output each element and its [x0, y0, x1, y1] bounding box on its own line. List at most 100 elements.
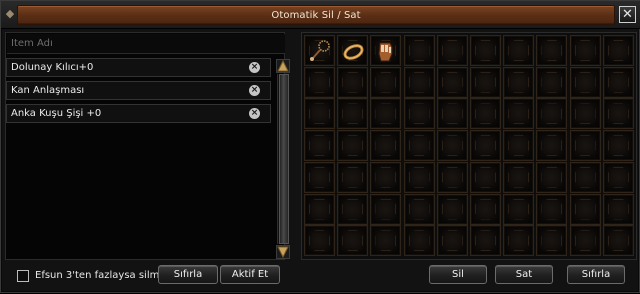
scrollbar[interactable]	[276, 59, 290, 259]
inventory-slot[interactable]	[436, 161, 468, 193]
inventory-slot[interactable]	[370, 225, 402, 257]
inventory-slot[interactable]	[602, 193, 634, 225]
inventory-slot[interactable]	[569, 130, 601, 162]
inventory-slot[interactable]	[370, 66, 402, 98]
inventory-slot[interactable]	[470, 35, 501, 66]
inventory-slot[interactable]	[403, 225, 435, 257]
inventory-slot[interactable]	[470, 66, 501, 98]
scroll-up-icon	[276, 59, 290, 73]
inventory-slot[interactable]	[536, 225, 568, 257]
inventory-slot[interactable]	[470, 98, 501, 130]
inventory-slot[interactable]	[503, 193, 535, 225]
inventory-slot[interactable]	[337, 130, 369, 162]
inventory-slot[interactable]	[470, 161, 501, 193]
inventory-slot[interactable]	[569, 35, 601, 66]
inventory-slot[interactable]	[370, 35, 402, 66]
inventory-slot[interactable]	[569, 98, 601, 130]
remove-icon[interactable]: ×	[249, 108, 260, 119]
sell-button[interactable]: Sat	[495, 265, 553, 284]
inventory-slot[interactable]	[569, 193, 601, 225]
list-item[interactable]: Anka Kuşu Şişi +0 ×	[6, 104, 271, 123]
inventory-slot[interactable]	[304, 225, 335, 257]
inventory-slot[interactable]	[536, 66, 568, 98]
inventory-slot[interactable]	[337, 35, 369, 66]
inventory-slot[interactable]	[304, 130, 335, 162]
inventory-slot[interactable]	[304, 161, 335, 193]
inventory-slot[interactable]	[403, 193, 435, 225]
title-bar[interactable]: ◆ Otomatik Sil / Sat ✕	[1, 1, 640, 29]
item-name-search[interactable]	[7, 34, 285, 54]
inventory-slot[interactable]	[470, 225, 501, 257]
reset-inventory-button[interactable]: Sıfırla	[567, 265, 625, 284]
inventory-slot[interactable]	[569, 66, 601, 98]
inventory-slot[interactable]	[436, 66, 468, 98]
inventory-slot[interactable]	[503, 161, 535, 193]
inventory-slot[interactable]	[470, 130, 501, 162]
list-item[interactable]: Kan Anlaşması ×	[6, 81, 271, 100]
inventory-slot[interactable]	[370, 193, 402, 225]
list-item[interactable]: Dolunay Kılıcı+0 ×	[6, 58, 271, 77]
delete-button[interactable]: Sil	[429, 265, 487, 284]
inventory-slot[interactable]	[403, 98, 435, 130]
inventory-slot[interactable]	[370, 98, 402, 130]
item-name-input[interactable]	[7, 34, 285, 53]
gauntlet-icon[interactable]	[374, 39, 399, 64]
inventory-slot[interactable]	[436, 98, 468, 130]
inventory-slot[interactable]	[470, 193, 501, 225]
title-plate: Otomatik Sil / Sat	[17, 5, 615, 25]
inventory-slot[interactable]	[337, 161, 369, 193]
inventory-slot[interactable]	[403, 66, 435, 98]
inventory-slot[interactable]	[536, 193, 568, 225]
inventory-slot[interactable]	[569, 225, 601, 257]
scroll-up-arrow[interactable]	[276, 59, 290, 73]
inventory-slot[interactable]	[602, 66, 634, 98]
rosary-icon[interactable]	[308, 39, 333, 64]
remove-icon[interactable]: ×	[249, 85, 260, 96]
item-label: Anka Kuşu Şişi +0	[11, 108, 102, 119]
bonus-delete-label: Efsun 3'ten fazlaysa silme	[35, 270, 166, 281]
inventory-slot[interactable]	[602, 98, 634, 130]
inventory-slot[interactable]	[536, 130, 568, 162]
inventory-slot[interactable]	[436, 130, 468, 162]
inventory-slot[interactable]	[602, 130, 634, 162]
inventory-slot[interactable]	[536, 98, 568, 130]
inventory-slot[interactable]	[304, 35, 335, 66]
inventory-slot[interactable]	[503, 98, 535, 130]
scroll-thumb[interactable]	[279, 74, 289, 244]
inventory-slot[interactable]	[503, 225, 535, 257]
inventory-slot[interactable]	[503, 66, 535, 98]
inventory-slot[interactable]	[370, 130, 402, 162]
inventory-slot[interactable]	[337, 193, 369, 225]
inventory-slot[interactable]	[403, 130, 435, 162]
inventory-slot[interactable]	[370, 161, 402, 193]
inventory-slot[interactable]	[403, 161, 435, 193]
inventory-slot[interactable]	[503, 35, 535, 66]
scroll-track[interactable]	[277, 74, 289, 244]
inventory-slot[interactable]	[602, 35, 634, 66]
inventory-slot[interactable]	[337, 66, 369, 98]
inventory-slot[interactable]	[304, 98, 335, 130]
inventory-slot[interactable]	[304, 66, 335, 98]
inventory-slot[interactable]	[536, 35, 568, 66]
auto-delete-sell-window: ◆ Otomatik Sil / Sat ✕ Dolunay Kılıcı+0 ×…	[0, 0, 640, 293]
inventory-slot[interactable]	[337, 98, 369, 130]
remove-icon[interactable]: ×	[249, 62, 260, 73]
bonus-delete-checkbox[interactable]	[17, 270, 29, 282]
item-label: Kan Anlaşması	[11, 85, 85, 96]
inventory-slot[interactable]	[569, 161, 601, 193]
inventory-slot[interactable]	[403, 35, 435, 66]
inventory-slot[interactable]	[536, 161, 568, 193]
activate-button[interactable]: Aktif Et	[220, 265, 280, 284]
reset-list-button[interactable]: Sıfırla	[158, 265, 218, 284]
ring-icon[interactable]	[341, 39, 366, 64]
inventory-slot[interactable]	[602, 161, 634, 193]
inventory-slot[interactable]	[337, 225, 369, 257]
inventory-slot[interactable]	[436, 193, 468, 225]
inventory-slot[interactable]	[436, 35, 468, 66]
inventory-slot[interactable]	[602, 225, 634, 257]
inventory-slot[interactable]	[503, 130, 535, 162]
scroll-down-arrow[interactable]	[276, 245, 290, 259]
inventory-slot[interactable]	[436, 225, 468, 257]
close-button[interactable]: ✕	[619, 6, 636, 23]
inventory-slot[interactable]	[304, 193, 335, 225]
